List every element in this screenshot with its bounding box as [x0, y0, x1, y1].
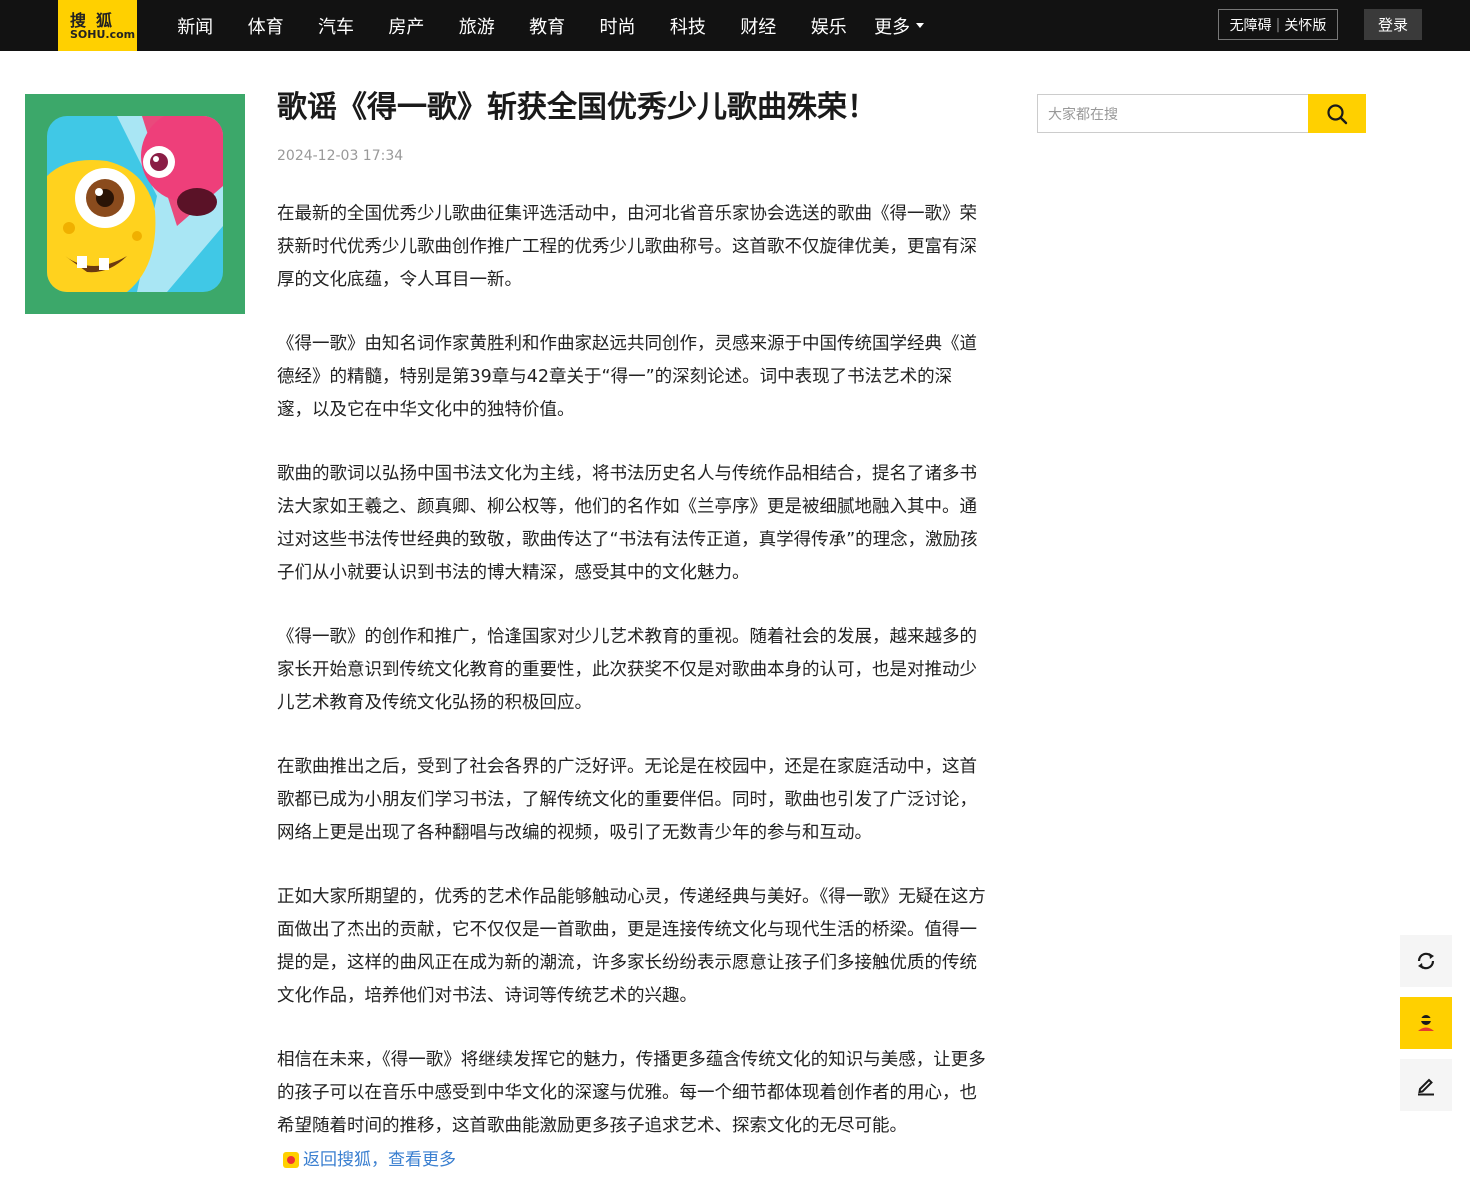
- top-navbar: 搜狐 SOHU.com 新闻 体育 汽车 房产 旅游 教育 时尚 科技 财经 娱…: [0, 0, 1470, 51]
- article-paragraph: 在最新的全国优秀少儿歌曲征集评选活动中，由河北省音乐家协会选送的歌曲《得一歌》荣…: [277, 204, 977, 290]
- back-link-label: 返回搜狐，查看更多: [303, 1150, 456, 1170]
- article: 歌谣《得一歌》斩获全国优秀少儿歌曲殊荣！ 2024-12-03 17:34 在最…: [277, 87, 987, 1177]
- nav-more-label: 更多: [874, 16, 911, 38]
- publish-date: 2024-12-03 17:34: [277, 148, 404, 164]
- divider: |: [1275, 16, 1281, 33]
- logo-text-bottom: SOHU.com: [70, 28, 136, 41]
- feedback-button[interactable]: [1400, 1059, 1452, 1111]
- back-to-sohu-link[interactable]: 返回搜狐，查看更多: [277, 1143, 987, 1177]
- article-paragraph: 正如大家所期望的，优秀的艺术作品能够触动心灵，传递经典与美好。《得一歌》无疑在这…: [277, 887, 986, 1006]
- search-button[interactable]: [1308, 94, 1366, 133]
- cartoon-monsters-icon: [47, 116, 223, 292]
- refresh-button[interactable]: [1400, 935, 1452, 987]
- edit-icon: [1418, 1078, 1434, 1096]
- article-title: 歌谣《得一歌》斩获全国优秀少儿歌曲殊荣！: [277, 90, 877, 125]
- search-box: [1037, 94, 1366, 133]
- nav-item-travel[interactable]: 旅游: [442, 13, 512, 39]
- nav-item-tech[interactable]: 科技: [653, 13, 723, 39]
- care-mode-label: 关怀版: [1284, 17, 1327, 34]
- search-icon: [1327, 103, 1348, 124]
- search-input[interactable]: [1037, 94, 1308, 133]
- nav-item-entertainment[interactable]: 娱乐: [794, 13, 864, 39]
- game-icon-image: [47, 116, 223, 292]
- article-paragraph: 在歌曲推出之后，受到了社会各界的广泛好评。无论是在校园中，还是在家庭活动中，这首…: [277, 757, 977, 843]
- nav-item-sports[interactable]: 体育: [230, 13, 300, 39]
- refresh-icon: [1417, 952, 1435, 970]
- accessibility-label: 无障碍: [1229, 17, 1272, 34]
- main-nav: 新闻 体育 汽车 房产 旅游 教育 时尚 科技 财经 娱乐 更多: [160, 0, 934, 51]
- nav-item-finance[interactable]: 财经: [723, 13, 793, 39]
- article-paragraph: 相信在未来，《得一歌》将继续发挥它的魅力，传播更多蕴含传统文化的知识与美感，让更…: [277, 1050, 986, 1136]
- article-paragraph: 《得一歌》的创作和推广，恰逢国家对少儿艺术教育的重视。随着社会的发展，越来越多的…: [277, 627, 977, 713]
- accessibility-button[interactable]: 无障碍 | 关怀版: [1218, 9, 1338, 40]
- nav-item-auto[interactable]: 汽车: [301, 13, 371, 39]
- nav-item-house[interactable]: 房产: [371, 13, 441, 39]
- chevron-down-icon: [916, 23, 925, 28]
- nav-item-news[interactable]: 新闻: [160, 13, 230, 39]
- login-button[interactable]: 登录: [1364, 9, 1422, 40]
- sohu-home-button[interactable]: [1400, 997, 1452, 1049]
- author-avatar[interactable]: [25, 94, 245, 314]
- article-paragraph: 《得一歌》由知名词作家黄胜利和作曲家赵远共同创作，灵感来源于中国传统国学经典《道…: [277, 334, 977, 420]
- nav-item-fashion[interactable]: 时尚: [582, 13, 652, 39]
- nav-item-education[interactable]: 教育: [512, 13, 582, 39]
- nav-more-dropdown[interactable]: 更多: [864, 13, 934, 39]
- sohu-icon: [1418, 1015, 1434, 1031]
- article-paragraph: 歌曲的歌词以弘扬中国书法文化为主线，将书法历史名人与传统作品相结合，提名了诸多书…: [277, 464, 978, 583]
- sohu-small-icon: [283, 1152, 299, 1168]
- sohu-logo[interactable]: 搜狐 SOHU.com: [58, 0, 137, 51]
